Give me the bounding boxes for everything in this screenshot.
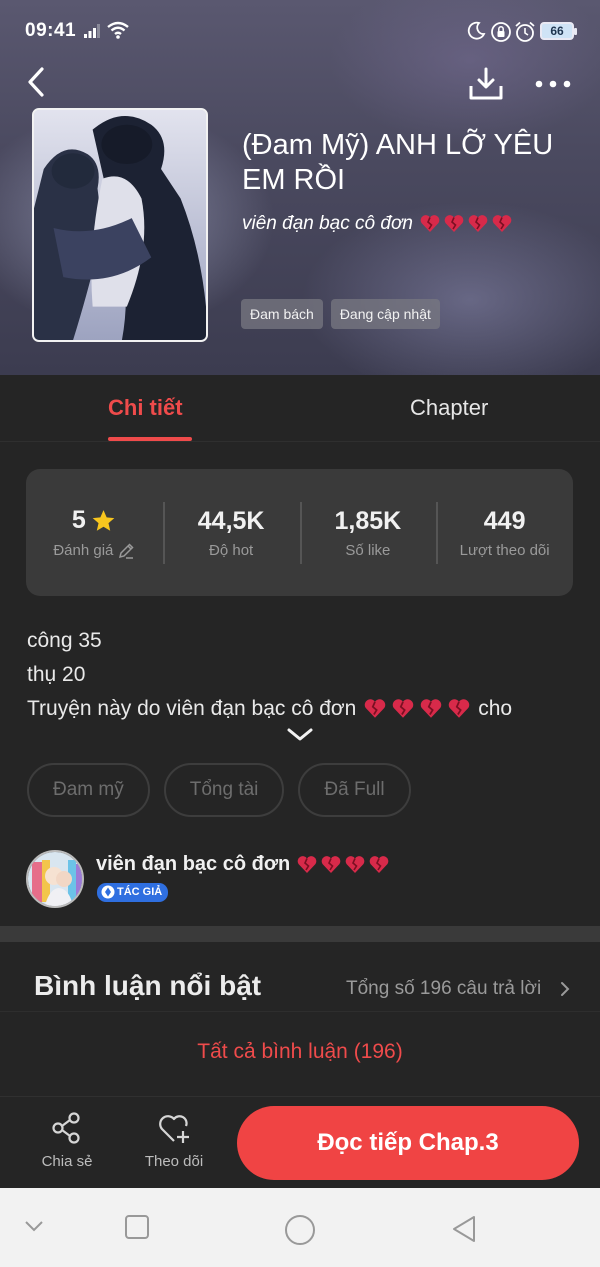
broken-heart-icon — [321, 855, 341, 873]
stat-label: Đánh giá — [53, 542, 114, 559]
broken-heart-icon — [421, 699, 442, 719]
signal-icon — [84, 24, 100, 38]
broken-heart-icon — [468, 215, 488, 232]
rotation-lock-icon — [491, 22, 511, 42]
broken-heart-icon — [444, 215, 464, 232]
stat-hot: 44,5K Độ hot — [162, 502, 300, 564]
wifi-icon — [107, 21, 129, 39]
broken-hearts — [419, 214, 513, 234]
broken-hearts — [362, 698, 472, 720]
book-description: công 35 thụ 20 Truyện này do viên đạn bạ… — [27, 624, 512, 726]
comments-header: Bình luận nổi bật Tổng số 196 câu trả lờ… — [0, 942, 600, 1012]
broken-heart-icon — [449, 699, 470, 719]
all-comments-link[interactable]: Tất cả bình luận (196) — [0, 1040, 600, 1064]
more-icon[interactable] — [533, 72, 573, 96]
genre-chip[interactable]: Tổng tài — [163, 763, 285, 817]
bottom-action-bar: Chia sẻ Theo dõi Đọc tiếp Chap.3 — [0, 1096, 600, 1188]
book-author: viên đạn bạc cô đơn — [242, 213, 413, 234]
active-tab-indicator — [108, 437, 192, 441]
broken-heart-icon — [345, 855, 365, 873]
author-name[interactable]: viên đạn bạc cô đơn — [96, 853, 390, 876]
author-badge: TÁC GIẢ — [97, 883, 169, 902]
broken-heart-icon — [420, 215, 440, 232]
book-cover — [32, 108, 208, 342]
stat-value: 5 — [71, 506, 86, 534]
continue-reading-button[interactable]: Đọc tiếp Chap.3 — [237, 1106, 579, 1180]
broken-heart-icon — [365, 699, 386, 719]
description-text: Truyện này do viên đạn bạc cô đơn — [27, 697, 357, 720]
chevron-right-icon[interactable] — [558, 980, 572, 998]
tab-detail[interactable]: Chi tiết — [108, 395, 183, 421]
recent-apps-icon[interactable] — [124, 1214, 150, 1240]
description-text: cho — [478, 697, 513, 720]
author-badge-label: TÁC GIẢ — [117, 886, 163, 898]
stat-label: Số like — [345, 542, 391, 559]
broken-heart-icon — [492, 215, 512, 232]
back-nav-icon[interactable] — [450, 1214, 478, 1244]
alarm-icon — [515, 21, 535, 42]
home-icon[interactable] — [284, 1214, 316, 1246]
broken-heart-icon — [297, 855, 317, 873]
stat-rating[interactable]: 5 Đánh giá — [26, 506, 163, 560]
comments-title: Bình luận nổi bật — [34, 970, 262, 1001]
book-author-line[interactable]: viên đạn bạc cô đơn — [242, 213, 513, 235]
section-divider — [0, 926, 600, 942]
description-line: công 35 — [27, 629, 102, 652]
book-tags: Đam bách Đang cập nhật — [241, 299, 440, 329]
stat-label: Độ hot — [209, 542, 254, 559]
share-icon — [52, 1112, 80, 1144]
author-card[interactable]: viên đạn bạc cô đơn TÁC GIẢ — [26, 850, 586, 908]
tag-chip[interactable]: Đang cập nhật — [330, 299, 440, 329]
stat-likes: 1,85K Số like — [299, 502, 437, 564]
share-label: Chia sẻ — [41, 1153, 93, 1170]
genre-list: Đam mỹ Tổng tài Đã Full — [27, 763, 411, 817]
stats-card: 5 Đánh giá 44,5K Độ hot 1,85K Số like 44… — [26, 469, 573, 596]
tab-chapter[interactable]: Chapter — [410, 395, 488, 421]
broken-hearts — [296, 855, 390, 875]
stat-value: 1,85K — [334, 506, 402, 535]
follow-button[interactable]: Theo dõi — [134, 1111, 214, 1170]
back-icon[interactable] — [22, 64, 52, 100]
book-title: (Đam Mỹ) ANH LỠ YÊU EM RỒI — [242, 129, 554, 196]
description-line: thụ 20 — [27, 663, 86, 686]
tab-bar: Chi tiết Chapter — [0, 375, 600, 442]
follow-label: Theo dõi — [144, 1153, 204, 1170]
description-line: Truyện này do viên đạn bạc cô đơn cho — [27, 692, 512, 726]
broken-heart-icon — [369, 855, 389, 873]
share-button[interactable]: Chia sẻ — [27, 1111, 107, 1170]
status-bar: 09:41 66 — [0, 0, 600, 62]
moon-icon — [467, 21, 486, 40]
pen-nib-icon — [101, 885, 115, 899]
star-icon — [92, 509, 115, 531]
avatar[interactable] — [26, 850, 84, 908]
download-icon[interactable] — [467, 66, 505, 102]
stat-value: 44,5K — [197, 506, 265, 535]
genre-chip[interactable]: Đam mỹ — [27, 763, 150, 817]
heart-plus-icon — [159, 1115, 189, 1143]
broken-heart-icon — [393, 699, 414, 719]
stat-label: Lượt theo dõi — [459, 542, 550, 559]
tag-chip[interactable]: Đam bách — [241, 299, 323, 329]
author-name-text: viên đạn bạc cô đơn — [96, 853, 291, 875]
battery-indicator: 66 — [540, 22, 577, 40]
system-navigation-bar — [0, 1188, 600, 1267]
chevron-down-icon[interactable] — [22, 1214, 46, 1238]
genre-chip[interactable]: Đã Full — [298, 763, 411, 817]
book-hero: 09:41 66 (Đam Mỹ) ANH LỠ YÊU EM RỒI viên… — [0, 0, 600, 375]
status-time: 09:41 — [25, 20, 77, 41]
comments-count-link[interactable]: Tổng số 196 câu trả lời — [346, 978, 541, 1000]
pencil-icon[interactable] — [117, 542, 135, 560]
stat-followers: 449 Lượt theo dõi — [436, 502, 573, 564]
stat-value: 449 — [483, 506, 526, 535]
chevron-down-icon[interactable] — [286, 726, 314, 744]
